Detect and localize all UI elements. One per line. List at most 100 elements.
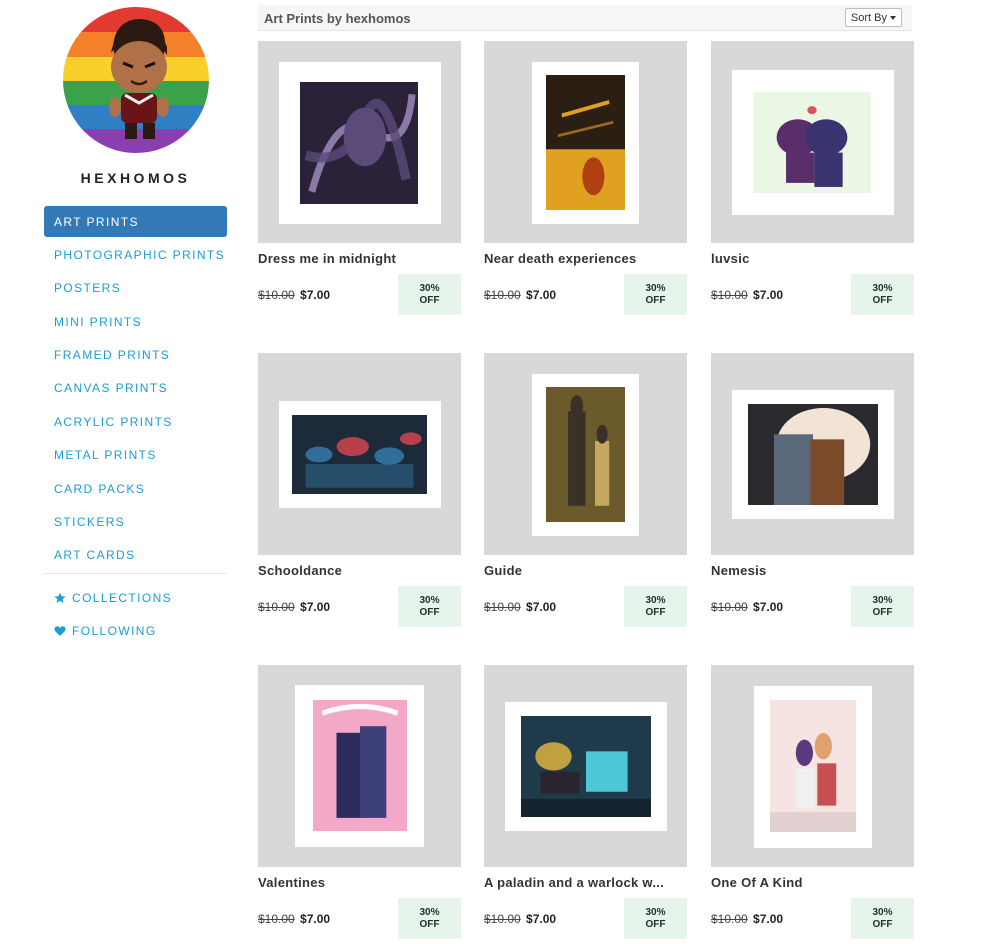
- discount-off: OFF: [419, 918, 440, 930]
- artwork-image: [546, 387, 625, 522]
- discount-badge: 30% OFF: [624, 274, 687, 315]
- discount-badge: 30% OFF: [851, 586, 914, 627]
- product-title[interactable]: Schooldance: [258, 563, 461, 578]
- nav-item-stickers[interactable]: STICKERS: [44, 507, 227, 538]
- nav-item-acrylic-prints[interactable]: ACRYLIC PRINTS: [44, 406, 227, 437]
- artwork-image: [748, 404, 878, 505]
- discount-off: OFF: [645, 606, 666, 618]
- original-price: $10.00: [484, 600, 521, 614]
- nav-item-card-packs[interactable]: CARD PACKS: [44, 473, 227, 504]
- discount-badge: 30% OFF: [398, 274, 461, 315]
- nav-item-collections[interactable]: COLLECTIONS: [44, 584, 227, 612]
- original-price: $10.00: [258, 288, 295, 302]
- shop-name[interactable]: HEXHOMOS: [44, 170, 227, 186]
- sale-price: $7.00: [526, 288, 557, 302]
- product-title[interactable]: Near death experiences: [484, 251, 687, 266]
- product-card[interactable]: A paladin and a warlock w... $10.00 $7.0…: [484, 665, 687, 941]
- nav-item-framed-prints[interactable]: FRAMED PRINTS: [44, 340, 227, 371]
- original-price: $10.00: [484, 912, 521, 926]
- collections-label: COLLECTIONS: [72, 591, 173, 605]
- product-price: $10.00 $7.00: [484, 600, 556, 614]
- product-card[interactable]: luvsic $10.00 $7.00 30% OFF: [711, 41, 914, 317]
- discount-badge: 30% OFF: [624, 898, 687, 939]
- discount-percent: 30%: [872, 282, 893, 294]
- product-title[interactable]: A paladin and a warlock w...: [484, 875, 687, 890]
- star-icon: [54, 592, 66, 604]
- nav-item-posters[interactable]: POSTERS: [44, 273, 227, 304]
- nav-item-art-cards[interactable]: ART CARDS: [44, 540, 227, 571]
- product-title[interactable]: Guide: [484, 563, 687, 578]
- product-price: $10.00 $7.00: [711, 600, 783, 614]
- product-thumbnail[interactable]: [484, 41, 687, 243]
- product-thumbnail[interactable]: [484, 665, 687, 867]
- discount-percent: 30%: [419, 906, 440, 918]
- discount-off: OFF: [645, 294, 666, 306]
- sort-by-label: Sort By: [850, 11, 887, 24]
- original-price: $10.00: [711, 288, 748, 302]
- sale-price: $7.00: [300, 600, 331, 614]
- original-price: $10.00: [258, 912, 295, 926]
- avatar[interactable]: [63, 7, 209, 153]
- sale-price: $7.00: [526, 912, 557, 926]
- discount-percent: 30%: [645, 906, 666, 918]
- product-price: $10.00 $7.00: [258, 912, 330, 926]
- nav-item-photographic-prints[interactable]: PHOTOGRAPHIC PRINTS: [44, 239, 227, 270]
- product-card[interactable]: One Of A Kind $10.00 $7.00 30% OFF: [711, 665, 914, 941]
- caret-down-icon: [890, 16, 896, 20]
- product-thumbnail[interactable]: [258, 665, 461, 867]
- discount-off: OFF: [872, 606, 893, 618]
- product-card[interactable]: Valentines $10.00 $7.00 30% OFF: [258, 665, 461, 941]
- product-price: $10.00 $7.00: [484, 288, 556, 302]
- product-title[interactable]: Valentines: [258, 875, 461, 890]
- rainbow-avatar-image: [63, 7, 209, 153]
- sale-price: $7.00: [526, 600, 557, 614]
- artwork-image: [313, 700, 407, 831]
- nav-item-following[interactable]: FOLLOWING: [44, 617, 227, 645]
- discount-percent: 30%: [419, 282, 440, 294]
- artwork-image: [521, 716, 651, 817]
- discount-badge: 30% OFF: [851, 898, 914, 939]
- product-card[interactable]: Guide $10.00 $7.00 30% OFF: [484, 353, 687, 629]
- nav-item-art-prints[interactable]: ART PRINTS: [44, 206, 227, 237]
- sale-price: $7.00: [300, 288, 331, 302]
- original-price: $10.00: [711, 600, 748, 614]
- discount-percent: 30%: [419, 594, 440, 606]
- artwork-image: [770, 700, 856, 832]
- product-card[interactable]: Nemesis $10.00 $7.00 30% OFF: [711, 353, 914, 629]
- discount-percent: 30%: [872, 906, 893, 918]
- discount-percent: 30%: [872, 594, 893, 606]
- nav-list: ART PRINTS PHOTOGRAPHIC PRINTS POSTERS M…: [44, 206, 227, 573]
- product-thumbnail[interactable]: [711, 665, 914, 867]
- product-price: $10.00 $7.00: [258, 288, 330, 302]
- product-price: $10.00 $7.00: [711, 288, 783, 302]
- product-thumbnail[interactable]: [258, 41, 461, 243]
- product-card[interactable]: Dress me in midnight $10.00 $7.00 30% OF…: [258, 41, 461, 317]
- artwork-image: [300, 82, 418, 204]
- product-card[interactable]: Schooldance $10.00 $7.00 30% OFF: [258, 353, 461, 629]
- sort-by-dropdown[interactable]: Sort By: [844, 8, 902, 27]
- discount-badge: 30% OFF: [624, 586, 687, 627]
- nav-item-mini-prints[interactable]: MINI PRINTS: [44, 306, 227, 337]
- product-title[interactable]: One Of A Kind: [711, 875, 914, 890]
- sale-price: $7.00: [753, 288, 784, 302]
- sale-price: $7.00: [753, 912, 784, 926]
- artwork-image: [546, 75, 625, 210]
- original-price: $10.00: [258, 600, 295, 614]
- product-thumbnail[interactable]: [484, 353, 687, 555]
- discount-badge: 30% OFF: [398, 898, 461, 939]
- original-price: $10.00: [484, 288, 521, 302]
- product-thumbnail[interactable]: [711, 41, 914, 243]
- product-price: $10.00 $7.00: [711, 912, 783, 926]
- artwork-image: [292, 415, 427, 494]
- product-title[interactable]: luvsic: [711, 251, 914, 266]
- product-title[interactable]: Nemesis: [711, 563, 914, 578]
- product-thumbnail[interactable]: [258, 353, 461, 555]
- product-thumbnail[interactable]: [711, 353, 914, 555]
- product-card[interactable]: Near death experiences $10.00 $7.00 30% …: [484, 41, 687, 317]
- nav-item-canvas-prints[interactable]: CANVAS PRINTS: [44, 373, 227, 404]
- discount-badge: 30% OFF: [851, 274, 914, 315]
- product-title[interactable]: Dress me in midnight: [258, 251, 461, 266]
- nav-item-metal-prints[interactable]: METAL PRINTS: [44, 440, 227, 471]
- product-price: $10.00 $7.00: [484, 912, 556, 926]
- discount-off: OFF: [872, 294, 893, 306]
